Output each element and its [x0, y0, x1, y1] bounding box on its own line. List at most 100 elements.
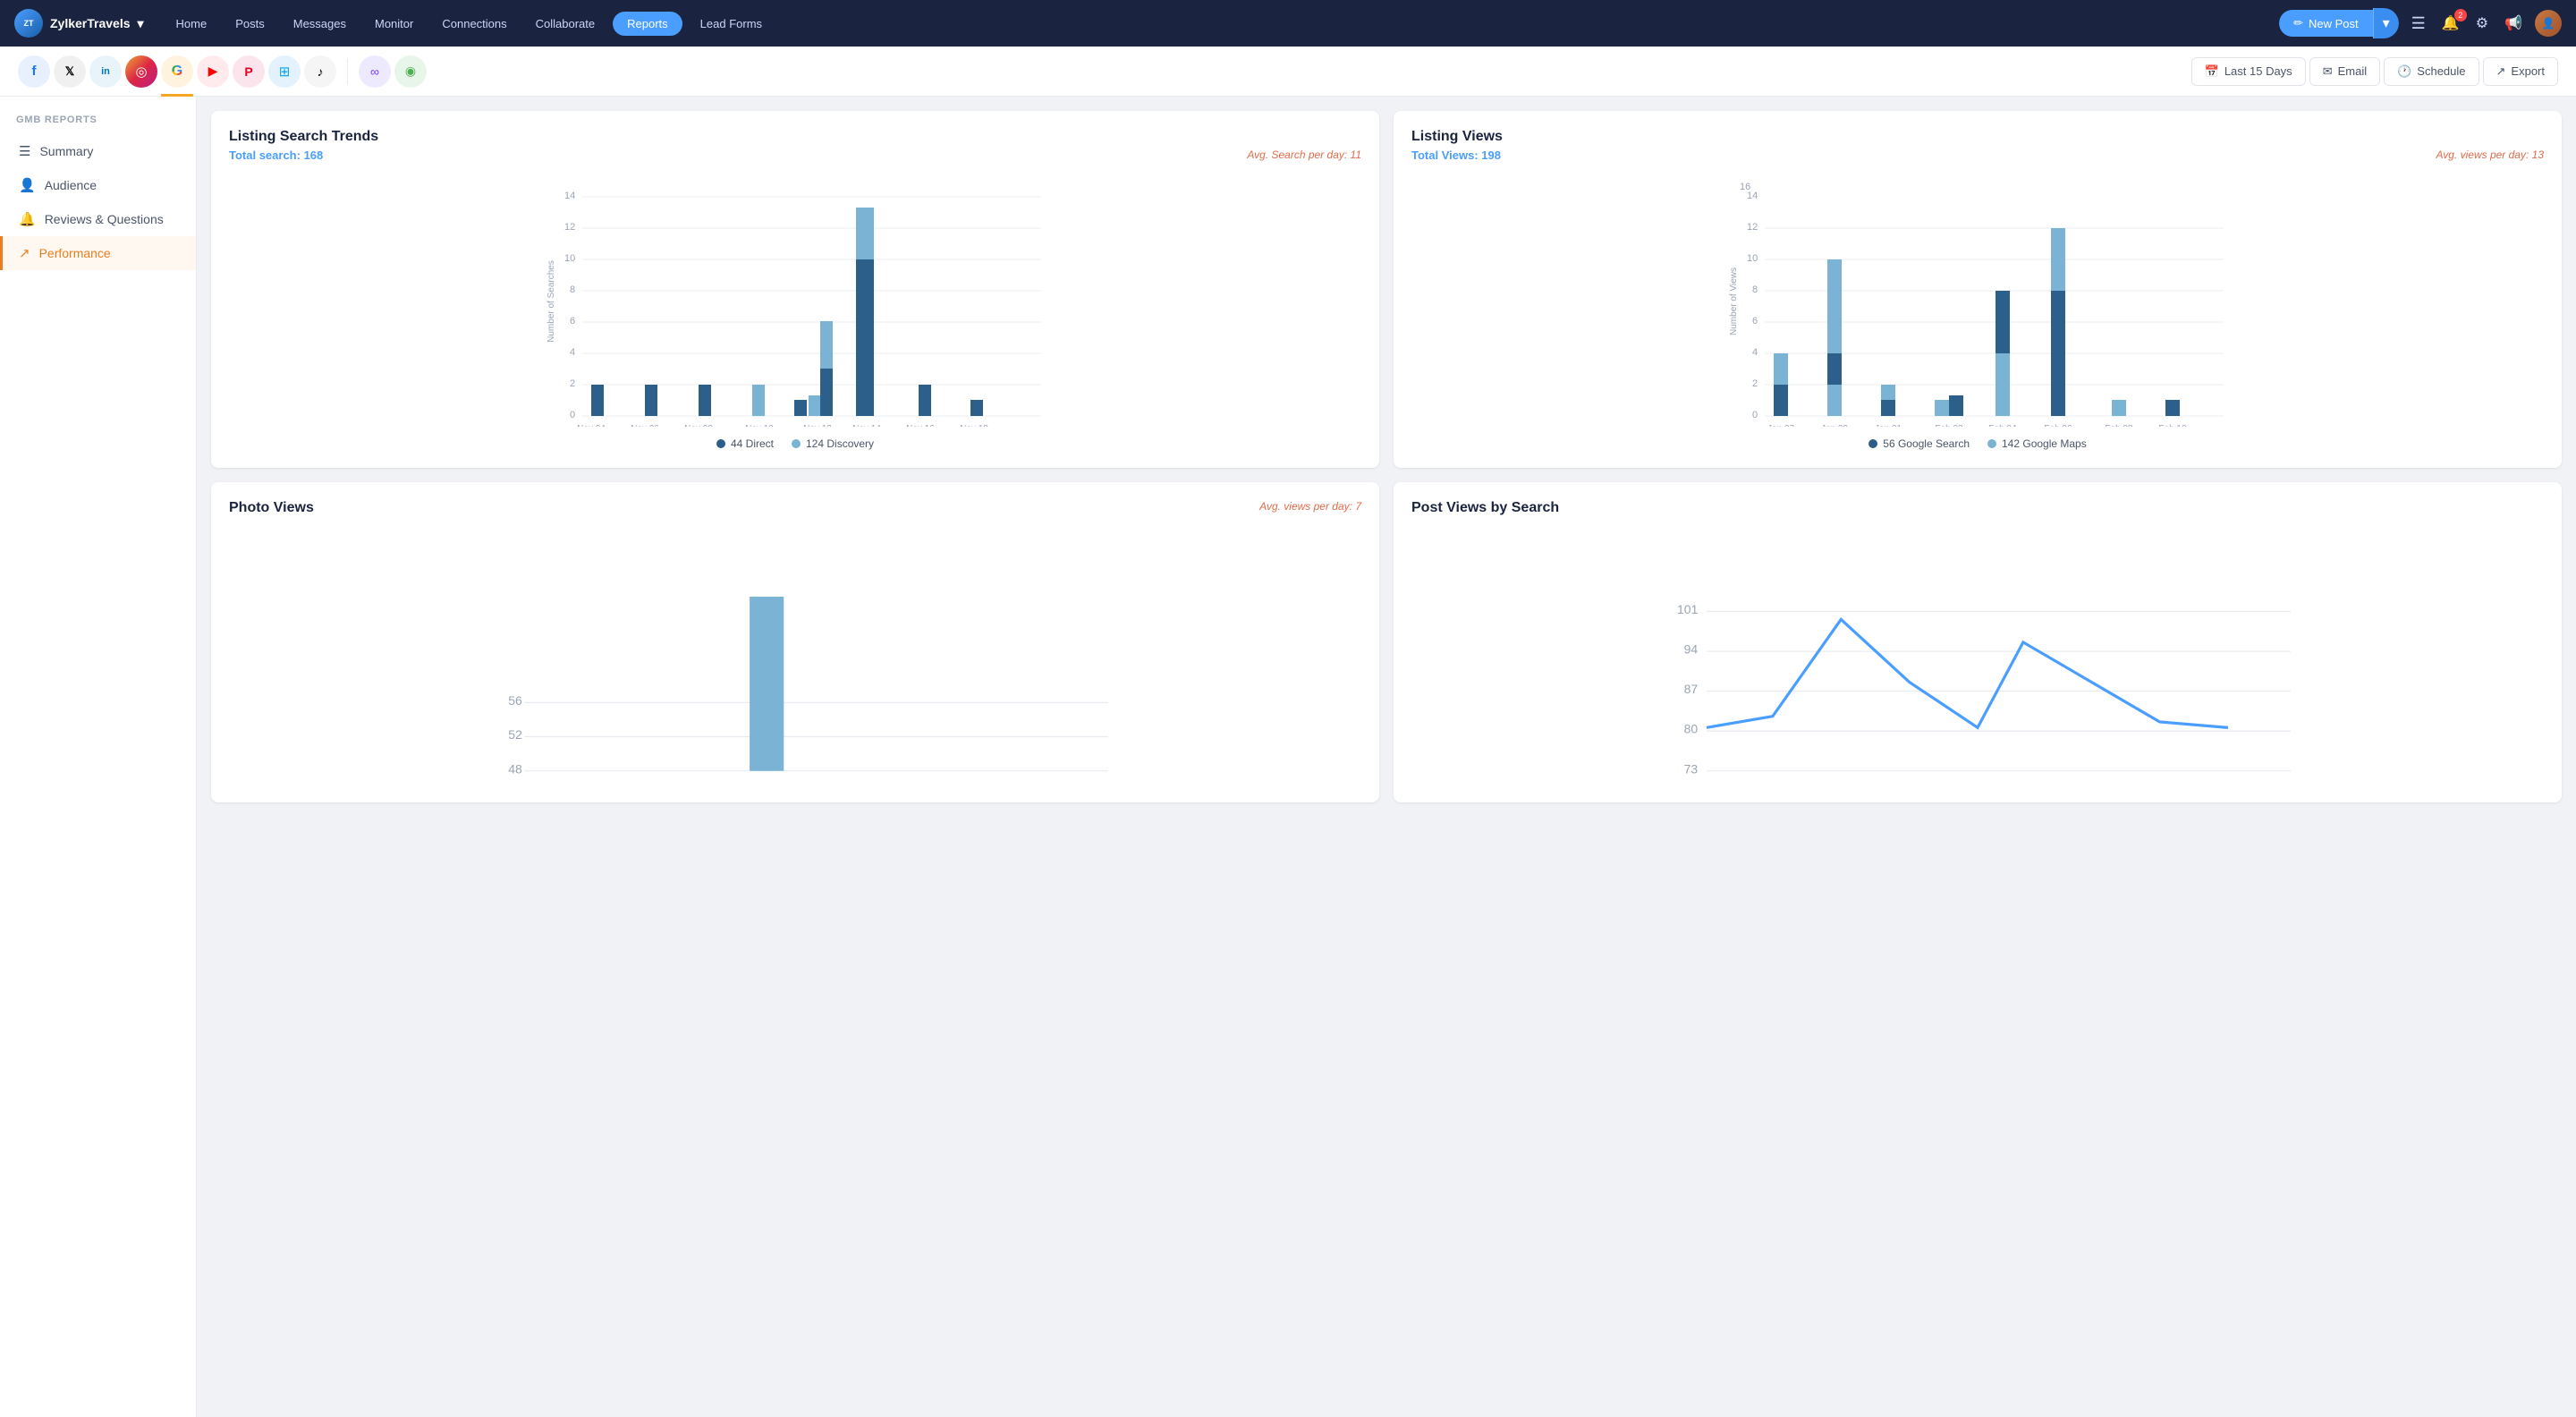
svg-text:14: 14: [564, 191, 575, 201]
brand-logo-area[interactable]: ZT ZylkerTravels ▾: [14, 9, 144, 38]
svg-text:16: 16: [1740, 182, 1750, 192]
svg-text:Feb 08: Feb 08: [2105, 424, 2133, 427]
listing-search-card: Listing Search Trends Total search: 168 …: [211, 111, 1379, 468]
svg-text:Jan 31: Jan 31: [1875, 424, 1902, 427]
new-post-button[interactable]: ✏ New Post: [2279, 10, 2373, 37]
sidebar-label-reviews: Reviews & Questions: [45, 212, 164, 226]
sidebar-item-audience[interactable]: 👤 Audience: [0, 168, 196, 202]
nav-messages[interactable]: Messages: [283, 12, 357, 36]
brand-name: ZylkerTravels: [50, 16, 131, 30]
sidebar: GMB REPORTS ☰ Summary 👤 Audience 🔔 Revie…: [0, 97, 197, 1417]
schedule-button[interactable]: 🕐 Schedule: [2384, 57, 2479, 86]
toolbar-right: 📅 Last 15 Days ✉ Email 🕐 Schedule ↗ Expo…: [2191, 57, 2558, 86]
platform-microsoft[interactable]: ⊞: [268, 55, 301, 88]
photo-views-avg: Avg. views per day: 7: [1259, 500, 1361, 513]
sidebar-section-label: GMB REPORTS: [0, 115, 196, 134]
settings-button[interactable]: ⚙: [2472, 11, 2492, 36]
platform-tiktok[interactable]: ♪: [304, 55, 336, 88]
listing-views-svg: 0 2 4 6 8 10 12 14 16 Number of Views: [1411, 176, 2544, 427]
platform-pinterest[interactable]: P: [233, 55, 265, 88]
legend-google-search: 56 Google Search: [1868, 437, 1970, 450]
notifications-button[interactable]: 🔔 2: [2438, 11, 2463, 36]
nav-connections[interactable]: Connections: [431, 12, 517, 36]
platform-bar: f 𝕏 in ◎ G ▶ P ⊞ ♪ ∞ ◉ 📅 Last 15 Days ✉ …: [0, 47, 2576, 97]
email-button[interactable]: ✉ Email: [2309, 57, 2380, 86]
top-navigation: ZT ZylkerTravels ▾ Home Posts Messages M…: [0, 0, 2576, 47]
platform-youtube[interactable]: ▶: [197, 55, 229, 88]
post-views-chart: 73 80 87 94 101: [1411, 534, 2544, 785]
svg-text:Jan 27: Jan 27: [1767, 424, 1794, 427]
svg-text:Feb 04: Feb 04: [1988, 424, 2017, 427]
summary-icon: ☰: [19, 143, 30, 159]
svg-text:Nov 12: Nov 12: [803, 424, 832, 427]
new-post-label: New Post: [2309, 17, 2359, 30]
notification-badge: 2: [2454, 9, 2467, 21]
nav-home[interactable]: Home: [165, 12, 218, 36]
svg-text:12: 12: [564, 222, 575, 233]
performance-icon: ↗: [19, 245, 30, 261]
platform-instagram[interactable]: ◎: [125, 55, 157, 88]
svg-text:0: 0: [1752, 410, 1758, 420]
listing-views-total-label: Total Views:: [1411, 148, 1479, 162]
sidebar-item-performance[interactable]: ↗ Performance: [0, 236, 196, 270]
photo-views-header: Photo Views Avg. views per day: 7: [229, 500, 1361, 520]
post-views-card: Post Views by Search 73 80 87 94 101: [1394, 482, 2562, 802]
hamburger-menu-button[interactable]: ☰: [2408, 11, 2429, 37]
svg-text:Feb 10: Feb 10: [2158, 424, 2187, 427]
post-views-header: Post Views by Search: [1411, 500, 2544, 520]
nav-monitor[interactable]: Monitor: [364, 12, 424, 36]
legend-direct-dot: [716, 439, 725, 448]
nav-lead-forms[interactable]: Lead Forms: [690, 12, 773, 36]
platform-facebook[interactable]: f: [18, 55, 50, 88]
svg-text:Number of Views: Number of Views: [1729, 267, 1739, 335]
listing-search-total-value: 168: [304, 148, 324, 162]
nav-reports[interactable]: Reports: [613, 12, 682, 36]
legend-discovery-dot: [792, 439, 801, 448]
platform-twitter[interactable]: 𝕏: [54, 55, 86, 88]
platform-divider: [347, 58, 348, 85]
svg-text:Number of Searches: Number of Searches: [547, 260, 556, 343]
platform-threads[interactable]: ∞: [359, 55, 391, 88]
svg-text:2: 2: [570, 378, 575, 389]
listing-search-avg: Avg. Search per day: 11: [1247, 148, 1361, 161]
platform-gmb[interactable]: G: [161, 55, 193, 88]
legend-google-search-dot: [1868, 439, 1877, 448]
svg-text:Feb 06: Feb 06: [2044, 424, 2072, 427]
svg-text:73: 73: [1684, 761, 1699, 776]
svg-text:Feb 02: Feb 02: [1935, 424, 1963, 427]
listing-views-total-value: 198: [1481, 148, 1501, 162]
listing-views-chart: 0 2 4 6 8 10 12 14 16 Number of Views: [1411, 176, 2544, 427]
listing-search-title: Listing Search Trends: [229, 129, 1361, 145]
platform-extra[interactable]: ◉: [394, 55, 427, 88]
svg-text:0: 0: [570, 410, 575, 420]
svg-text:94: 94: [1684, 642, 1699, 657]
user-avatar[interactable]: 👤: [2535, 10, 2562, 37]
charts-grid: Listing Search Trends Total search: 168 …: [211, 111, 2562, 802]
brand-logo: ZT: [14, 9, 43, 38]
export-icon: ↗: [2496, 64, 2506, 79]
svg-text:80: 80: [1684, 722, 1699, 736]
svg-text:8: 8: [570, 284, 575, 295]
export-button[interactable]: ↗ Export: [2483, 57, 2558, 86]
email-icon: ✉: [2323, 64, 2333, 79]
new-post-dropdown-button[interactable]: ▾: [2373, 8, 2399, 38]
svg-text:6: 6: [570, 316, 575, 327]
date-range-button[interactable]: 📅 Last 15 Days: [2191, 57, 2306, 86]
nav-collaborate[interactable]: Collaborate: [525, 12, 606, 36]
post-views-title: Post Views by Search: [1411, 500, 1559, 516]
announcements-button[interactable]: 📢: [2501, 11, 2526, 36]
nav-posts[interactable]: Posts: [225, 12, 275, 36]
legend-google-maps: 142 Google Maps: [1987, 437, 2087, 450]
svg-text:56: 56: [508, 693, 522, 708]
email-label: Email: [2338, 64, 2368, 78]
nav-right-area: ✏ New Post ▾ ☰ 🔔 2 ⚙ 📢 👤: [2279, 8, 2562, 38]
platform-linkedin[interactable]: in: [89, 55, 122, 88]
svg-text:4: 4: [570, 347, 575, 358]
sidebar-item-reviews[interactable]: 🔔 Reviews & Questions: [0, 202, 196, 236]
svg-text:Nov 06: Nov 06: [631, 424, 659, 427]
listing-search-svg: 0 2 4 6 8 10 12 14 Number of Searches: [229, 176, 1361, 427]
svg-text:Nov 16: Nov 16: [906, 424, 935, 427]
listing-search-total: Total search: 168: [229, 148, 323, 162]
sidebar-item-summary[interactable]: ☰ Summary: [0, 134, 196, 168]
brand-dropdown-icon[interactable]: ▾: [138, 16, 144, 31]
